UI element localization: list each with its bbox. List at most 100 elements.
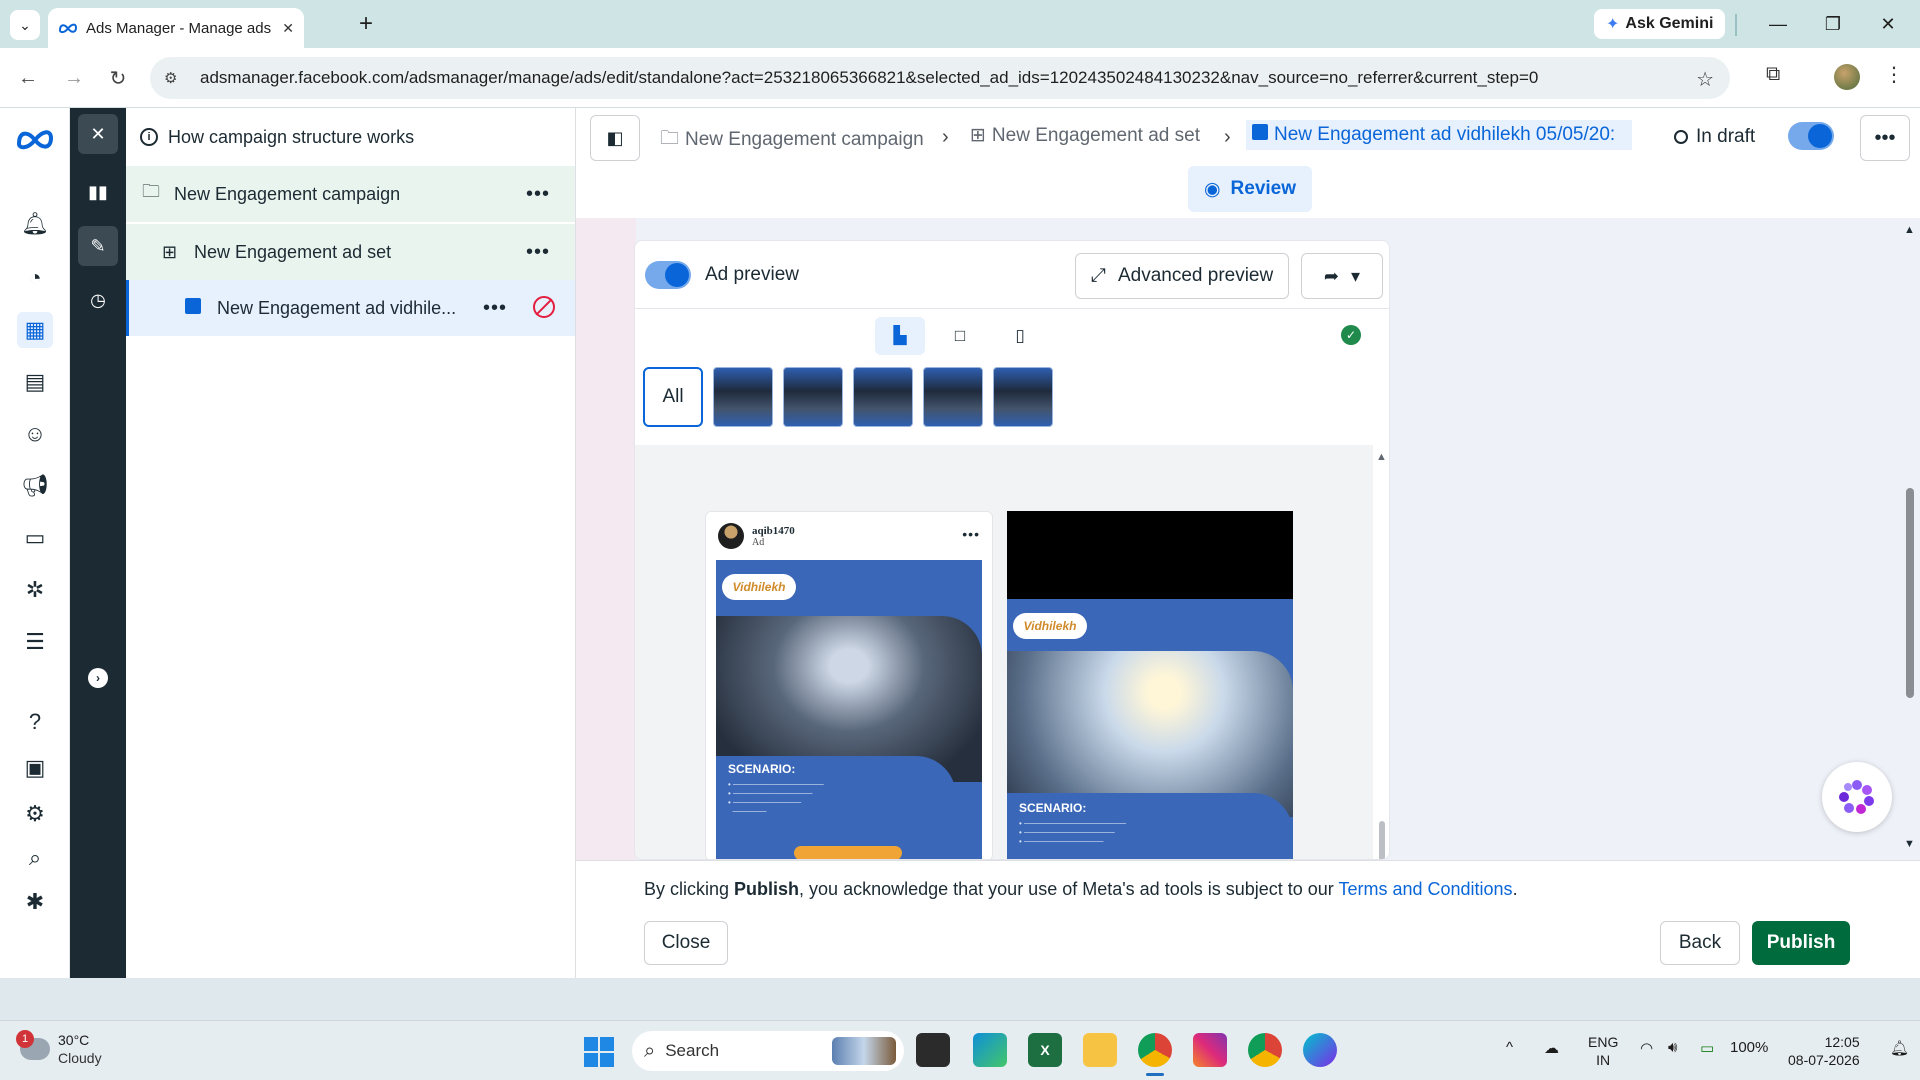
structure-help-link[interactable]: i How campaign structure works bbox=[126, 108, 575, 166]
extensions-icon[interactable]: ⧉ bbox=[1766, 63, 1780, 86]
expand-chevron-icon[interactable]: › bbox=[88, 668, 108, 688]
close-button[interactable]: Close bbox=[644, 921, 728, 965]
edit-pencil-icon[interactable]: ✎ bbox=[78, 226, 118, 266]
excel-icon[interactable]: X bbox=[1028, 1033, 1062, 1067]
thumbnail-3[interactable] bbox=[853, 367, 913, 427]
search-icon[interactable]: ⌕ bbox=[17, 840, 53, 876]
more-options-icon[interactable]: ••• bbox=[526, 241, 550, 264]
more-actions-button[interactable]: ••• bbox=[1860, 115, 1910, 161]
address-bar[interactable]: ⚙ adsmanager.facebook.com/adsmanager/man… bbox=[150, 57, 1730, 99]
more-options-icon[interactable]: ••• bbox=[526, 183, 550, 206]
breadcrumb-campaign[interactable]: 🗀 New Engagement campaign bbox=[660, 124, 924, 156]
new-tab-button[interactable]: + bbox=[352, 10, 380, 38]
notifications-icon[interactable]: 🔔︎ bbox=[1890, 1039, 1909, 1057]
dashboard-gauge-icon[interactable]: ◔ bbox=[17, 260, 53, 296]
all-tools-menu-icon[interactable]: ☰ bbox=[17, 624, 53, 660]
chrome-profile-icon[interactable] bbox=[1248, 1033, 1282, 1067]
scroll-up-arrow-icon[interactable]: ▲ bbox=[1904, 224, 1915, 236]
eye-icon: ◉ bbox=[1203, 178, 1221, 200]
review-button[interactable]: ◉ Review bbox=[1188, 166, 1312, 212]
square-placement-icon[interactable]: □ bbox=[935, 317, 985, 355]
thumbnail-2[interactable] bbox=[783, 367, 843, 427]
folder-icon: 🗀 bbox=[142, 181, 160, 201]
minimize-button[interactable]: — bbox=[1758, 8, 1798, 40]
more-options-icon[interactable]: ••• bbox=[483, 297, 507, 320]
restore-button[interactable]: ❐ bbox=[1813, 8, 1853, 40]
thumbnail-1[interactable] bbox=[713, 367, 773, 427]
billing-card-icon[interactable]: ▭ bbox=[17, 520, 53, 556]
ad-on-off-toggle[interactable] bbox=[1788, 122, 1834, 150]
events-manager-icon[interactable]: ✲ bbox=[17, 572, 53, 608]
system-clock[interactable]: 12:05 08-07-2026 bbox=[1788, 1033, 1860, 1069]
tree-item-campaign[interactable]: 🗀 New Engagement campaign ••• bbox=[126, 166, 575, 222]
share-preview-button[interactable]: ➦ ▾ bbox=[1301, 253, 1383, 299]
profile-avatar[interactable] bbox=[1834, 64, 1860, 90]
window-close-button[interactable]: ✕ bbox=[1868, 8, 1908, 40]
breadcrumb-ad[interactable]: New Engagement ad vidhilekh 05/05/20: bbox=[1246, 120, 1632, 150]
reload-icon[interactable]: ↻ bbox=[104, 64, 132, 92]
story-placement-icon[interactable]: ▯ bbox=[995, 317, 1045, 355]
news-icon[interactable]: ▣ bbox=[17, 750, 53, 786]
meta-favicon-icon bbox=[58, 23, 78, 34]
bookmark-star-icon[interactable]: ☆ bbox=[1696, 67, 1714, 92]
tab-close-icon[interactable]: ✕ bbox=[282, 20, 294, 37]
tree-item-ad[interactable]: New Engagement ad vidhile... ••• bbox=[126, 280, 575, 336]
thumbnail-5[interactable] bbox=[993, 367, 1053, 427]
publish-footer: By clicking Publish, you acknowledge tha… bbox=[576, 860, 1920, 978]
ads-manager-table-icon[interactable]: ▦ bbox=[17, 312, 53, 348]
performance-chart-icon[interactable]: ▮▮ bbox=[78, 172, 118, 212]
scroll-up-arrow-icon[interactable]: ▲ bbox=[1376, 451, 1387, 463]
canva-icon[interactable] bbox=[1303, 1033, 1337, 1067]
breadcrumb-adset[interactable]: ⊞ New Engagement ad set bbox=[970, 124, 1200, 147]
site-settings-icon[interactable]: ⚙ bbox=[164, 69, 188, 87]
meta-logo-icon[interactable] bbox=[14, 128, 56, 150]
report-bug-icon[interactable]: ✱ bbox=[17, 884, 53, 920]
back-arrow-icon[interactable]: ← bbox=[14, 64, 42, 92]
advanced-preview-button[interactable]: ⤢ Advanced preview bbox=[1075, 253, 1289, 299]
volume-icon[interactable]: 🔊︎ bbox=[1668, 1039, 1677, 1056]
battery-icon[interactable]: ▭ bbox=[1700, 1039, 1714, 1057]
show-hidden-icons-icon[interactable]: ^ bbox=[1506, 1039, 1513, 1056]
scenario-text-lines: • ────────────────── • ──────────────── • … bbox=[1019, 819, 1127, 846]
ad-preview-toggle[interactable] bbox=[645, 260, 691, 289]
thumbnail-4[interactable] bbox=[923, 367, 983, 427]
back-button[interactable]: Back bbox=[1660, 921, 1740, 965]
taskbar-search[interactable]: ⌕ Search bbox=[632, 1031, 904, 1071]
reports-icon[interactable]: ▤ bbox=[17, 364, 53, 400]
campaign-megaphone-icon[interactable]: 📢︎ bbox=[17, 468, 53, 504]
help-icon[interactable]: ? bbox=[17, 704, 53, 740]
wifi-icon[interactable]: ◠ bbox=[1640, 1039, 1653, 1057]
ask-gemini-button[interactable]: ✦ Ask Gemini bbox=[1594, 9, 1726, 39]
main-scroll-thumb[interactable] bbox=[1906, 488, 1914, 698]
taskbar-search-label: Search bbox=[665, 1041, 720, 1060]
onedrive-cloud-icon[interactable]: ☁ bbox=[1544, 1039, 1559, 1057]
preview-scroll-thumb[interactable] bbox=[1379, 821, 1385, 859]
browser-menu-icon[interactable]: ⋮ bbox=[1884, 62, 1904, 87]
close-editor-icon[interactable]: ✕ bbox=[78, 114, 118, 154]
tab-search-button[interactable]: ⌄ bbox=[10, 10, 40, 40]
task-view-icon[interactable] bbox=[916, 1033, 950, 1067]
thumbnail-all[interactable]: All bbox=[643, 367, 703, 427]
windows-start-icon[interactable] bbox=[584, 1037, 614, 1067]
forward-arrow-icon[interactable]: → bbox=[60, 64, 88, 92]
audiences-icon[interactable]: ☺ bbox=[17, 416, 53, 452]
tree-item-adset[interactable]: ⊞ New Engagement ad set ••• bbox=[126, 224, 575, 280]
terms-link[interactable]: Terms and Conditions bbox=[1338, 879, 1512, 899]
edge-browser-icon[interactable] bbox=[973, 1033, 1007, 1067]
settings-gear-icon[interactable]: ⚙ bbox=[17, 796, 53, 832]
language-indicator[interactable]: ENG IN bbox=[1588, 1033, 1618, 1069]
chrome-icon[interactable] bbox=[1138, 1033, 1172, 1067]
windows-taskbar: 1 30°C Cloudy ⌕ Search X ^ ☁ ENG IN ◠ 🔊︎… bbox=[0, 1020, 1920, 1080]
feed-placement-icon[interactable]: ▙ bbox=[875, 317, 925, 355]
history-clock-icon[interactable]: ◷ bbox=[78, 280, 118, 320]
scroll-down-arrow-icon[interactable]: ▼ bbox=[1904, 838, 1915, 850]
weather-widget[interactable]: 1 30°C Cloudy bbox=[16, 1030, 102, 1067]
publish-button[interactable]: Publish bbox=[1752, 921, 1850, 965]
instagram-icon[interactable] bbox=[1193, 1033, 1227, 1067]
browser-tab-ads-manager[interactable]: Ads Manager - Manage ads - A ✕ bbox=[48, 8, 304, 48]
preview-scrollbar[interactable] bbox=[1373, 445, 1389, 859]
file-explorer-icon[interactable] bbox=[1083, 1033, 1117, 1067]
toggle-panel-button[interactable]: ◧ bbox=[590, 115, 640, 161]
ai-assistant-button[interactable] bbox=[1822, 762, 1892, 832]
notifications-bell-icon[interactable]: 🔔︎ bbox=[17, 206, 53, 242]
